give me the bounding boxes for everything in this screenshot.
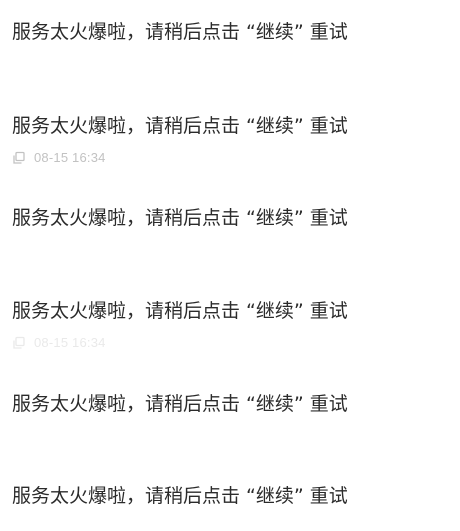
message-text: 服务太火爆啦，请稍后点击 “继续” 重试 <box>12 485 348 507</box>
message-item: 服务太火爆啦，请稍后点击 “继续” 重试 <box>12 484 448 508</box>
message-text: 服务太火爆啦，请稍后点击 “继续” 重试 <box>12 207 348 229</box>
message-item: 服务太火爆啦，请稍后点击 “继续” 重试 08-15 16:34 <box>12 299 448 350</box>
message-timestamp: 08-15 16:34 <box>34 335 106 350</box>
message-text: 服务太火爆啦，请稍后点击 “继续” 重试 <box>12 393 348 415</box>
message-item: 服务太火爆啦，请稍后点击 “继续” 重试 08-15 16:34 <box>12 114 448 165</box>
copy-icon[interactable] <box>12 151 26 165</box>
message-timestamp: 08-15 16:34 <box>34 150 106 165</box>
message-text: 服务太火爆啦，请稍后点击 “继续” 重试 <box>12 300 348 322</box>
message-item: 服务太火爆啦，请稍后点击 “继续” 重试 <box>12 20 448 44</box>
message-item: 服务太火爆啦，请稍后点击 “继续” 重试 <box>12 206 448 230</box>
message-meta: 08-15 16:34 <box>12 150 106 166</box>
message-text: 服务太火爆啦，请稍后点击 “继续” 重试 <box>12 115 348 137</box>
copy-icon[interactable] <box>12 336 26 350</box>
message-meta: 08-15 16:34 <box>12 335 106 351</box>
message-item: 服务太火爆啦，请稍后点击 “继续” 重试 <box>12 392 448 416</box>
message-text: 服务太火爆啦，请稍后点击 “继续” 重试 <box>12 21 348 43</box>
